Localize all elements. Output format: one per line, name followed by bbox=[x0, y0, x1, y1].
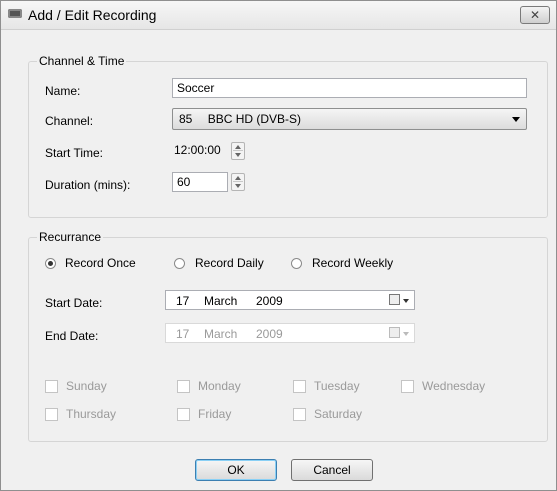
start-time-label: Start Time: bbox=[45, 146, 104, 160]
start-time-spinner[interactable] bbox=[231, 142, 245, 160]
spin-down-icon[interactable] bbox=[235, 153, 241, 157]
duration-value: 60 bbox=[177, 175, 191, 189]
calendar-icon[interactable] bbox=[389, 294, 400, 305]
wednesday-label: Wednesday bbox=[422, 379, 486, 393]
sunday-label: Sunday bbox=[66, 379, 107, 393]
monday-label: Monday bbox=[198, 379, 241, 393]
calendar-icon bbox=[389, 327, 400, 338]
channel-select[interactable]: 85 BBC HD (DVB-S) bbox=[172, 108, 527, 130]
title-bar: Add / Edit Recording ✕ bbox=[1, 1, 556, 30]
friday-checkbox bbox=[177, 408, 190, 421]
end-date-label: End Date: bbox=[45, 329, 99, 343]
end-date-month: March bbox=[204, 327, 238, 341]
chevron-down-icon[interactable] bbox=[403, 299, 409, 303]
end-date-year: 2009 bbox=[256, 327, 283, 341]
record-daily-radio[interactable] bbox=[174, 258, 185, 269]
duration-spinner[interactable] bbox=[231, 173, 245, 191]
start-time-input[interactable]: 12:00:00 bbox=[172, 141, 228, 161]
window-title: Add / Edit Recording bbox=[28, 7, 157, 23]
end-date-day: 17 bbox=[176, 327, 190, 341]
start-time-value: 12:00:00 bbox=[174, 143, 221, 157]
start-date-month[interactable]: March bbox=[204, 294, 237, 308]
tuesday-checkbox bbox=[293, 380, 306, 393]
start-date-picker[interactable]: 17 March 2009 bbox=[165, 290, 415, 310]
channel-name: BBC HD (DVB-S) bbox=[207, 112, 302, 126]
duration-input[interactable]: 60 bbox=[172, 172, 228, 192]
add-edit-recording-dialog: Add / Edit Recording ✕ Channel & Time Na… bbox=[0, 0, 557, 491]
sunday-checkbox bbox=[45, 380, 58, 393]
tuesday-label: Tuesday bbox=[314, 379, 360, 393]
channel-number: 85 bbox=[179, 112, 193, 126]
saturday-label: Saturday bbox=[314, 407, 363, 421]
record-weekly-label[interactable]: Record Weekly bbox=[312, 256, 393, 270]
thursday-checkbox bbox=[45, 408, 58, 421]
name-input-value: Soccer bbox=[177, 81, 215, 95]
end-date-picker: 17 March 2009 bbox=[165, 323, 415, 343]
start-date-label: Start Date: bbox=[45, 296, 103, 310]
friday-label: Friday bbox=[198, 407, 232, 421]
thursday-label: Thursday bbox=[66, 407, 117, 421]
record-once-radio[interactable] bbox=[45, 258, 56, 269]
chevron-down-icon bbox=[403, 332, 409, 336]
close-button[interactable]: ✕ bbox=[520, 6, 550, 24]
spin-divider bbox=[233, 181, 243, 182]
channel-time-group-label: Channel & Time bbox=[37, 54, 127, 68]
ok-button[interactable]: OK bbox=[195, 459, 277, 481]
spin-divider bbox=[233, 150, 243, 151]
channel-time-group: Channel & Time Name: Soccer Channel: 85 … bbox=[28, 54, 548, 218]
name-label: Name: bbox=[45, 84, 81, 98]
name-input[interactable]: Soccer bbox=[172, 78, 527, 98]
start-date-year[interactable]: 2009 bbox=[256, 294, 283, 308]
recurrance-group-label: Recurrance bbox=[37, 230, 104, 244]
recurrance-group: Recurrance Record Once Record Daily Reco… bbox=[28, 230, 548, 442]
app-icon bbox=[8, 9, 22, 18]
channel-label: Channel: bbox=[45, 114, 94, 128]
spin-down-icon[interactable] bbox=[235, 184, 241, 188]
record-once-label[interactable]: Record Once bbox=[65, 256, 136, 270]
record-daily-label[interactable]: Record Daily bbox=[195, 256, 264, 270]
saturday-checkbox bbox=[293, 408, 306, 421]
monday-checkbox bbox=[177, 380, 190, 393]
record-weekly-radio[interactable] bbox=[291, 258, 302, 269]
cancel-button[interactable]: Cancel bbox=[291, 459, 373, 481]
spin-up-icon[interactable] bbox=[235, 176, 241, 180]
duration-label: Duration (mins): bbox=[45, 178, 131, 192]
wednesday-checkbox bbox=[401, 380, 414, 393]
chevron-down-icon[interactable] bbox=[512, 117, 520, 122]
spin-up-icon[interactable] bbox=[235, 145, 241, 149]
start-date-day[interactable]: 17 bbox=[176, 294, 189, 308]
close-icon: ✕ bbox=[529, 8, 541, 22]
